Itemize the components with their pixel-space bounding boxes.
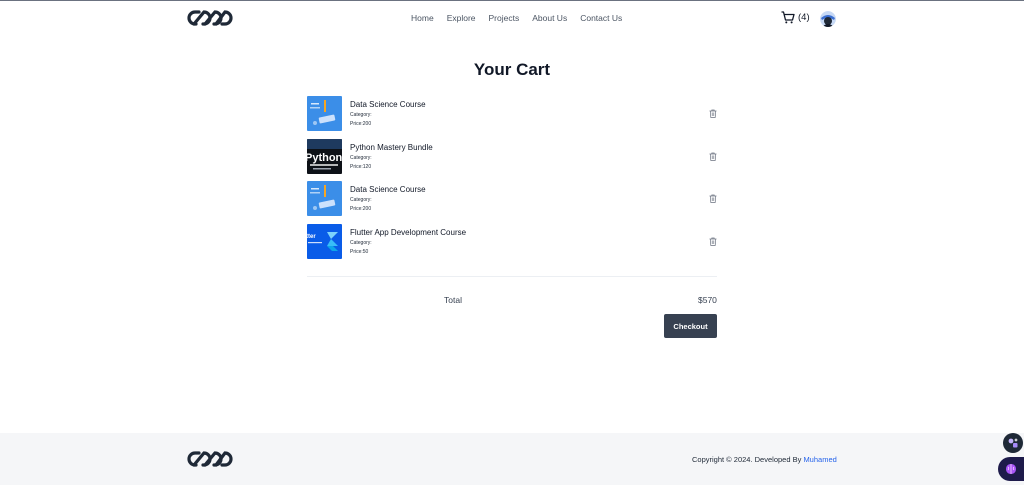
item-price: Price:200 [350,206,372,213]
ai-helper-button[interactable] [998,457,1024,481]
cart-button[interactable]: (4) [781,11,810,24]
checkout-button[interactable]: Checkout [664,314,717,338]
item-name: Data Science Course [350,100,426,109]
item-price: Price:200 [350,121,372,127]
course-thumbnail [307,96,342,131]
cart-item: Python Python Mastery Bundle Category: P… [307,138,717,174]
footer: Copyright © 2024. Developed By Muhamed [0,433,1024,485]
item-name: Data Science Course [350,185,426,195]
navbar: Home Explore Projects About Us Contact U… [0,1,1024,35]
nav-home[interactable]: Home [411,13,434,23]
page-title: Your Cart [473,60,551,79]
svg-text:tter: tter [307,234,316,240]
brain-icon [1006,464,1016,474]
item-name: Flutter App Development Course [350,228,467,238]
copyright-text: Copyright © 2024. Developed By Muhamed [692,455,837,464]
course-thumbnail: Python [307,138,342,174]
trash-icon[interactable] [709,194,717,204]
item-price: Price:120 [350,163,372,170]
author-link[interactable]: Muhamed [803,455,836,464]
cart-item: Data Science Course Category: Price:200 [307,96,717,131]
total-label: Total [444,295,462,305]
main-nav: Home Explore Projects About Us Contact U… [411,13,635,23]
course-thumbnail: tter [307,224,342,260]
item-category: Category: [350,197,372,204]
nav-explore[interactable]: Explore [447,13,476,23]
item-category: Category: [350,112,372,118]
nav-contact-us[interactable]: Contact Us [580,13,622,23]
trash-icon[interactable] [709,109,717,118]
item-price: Price:50 [350,249,369,256]
course-thumbnail [307,181,342,217]
total-value: $570 [698,295,717,305]
cart-item: Data Science Course Category: Price:200 [307,181,717,217]
avatar[interactable] [820,11,836,27]
nav-about-us[interactable]: About Us [532,13,567,23]
cart-item: tter Flutter App Development Course Cate… [307,224,717,260]
trash-icon[interactable] [709,152,717,161]
nav-projects[interactable]: Projects [489,13,520,23]
assistant-button[interactable] [1003,433,1023,453]
assistant-icon [1008,438,1018,448]
cart-count: (4) [798,12,810,23]
svg-text:Python: Python [307,152,342,164]
cart-icon [781,11,795,24]
item-name: Python Mastery Bundle [350,142,433,152]
trash-icon[interactable] [709,237,717,246]
cart-items-list: Data Science Course Category: Price:200 … [307,96,717,267]
item-category: Category: [350,154,372,161]
footer-logo-icon[interactable] [187,450,234,468]
copyright-label: Copyright © 2024. Developed By [692,455,804,464]
item-category: Category: [350,240,372,247]
logo-icon[interactable] [187,9,234,27]
summary-divider [307,276,717,277]
